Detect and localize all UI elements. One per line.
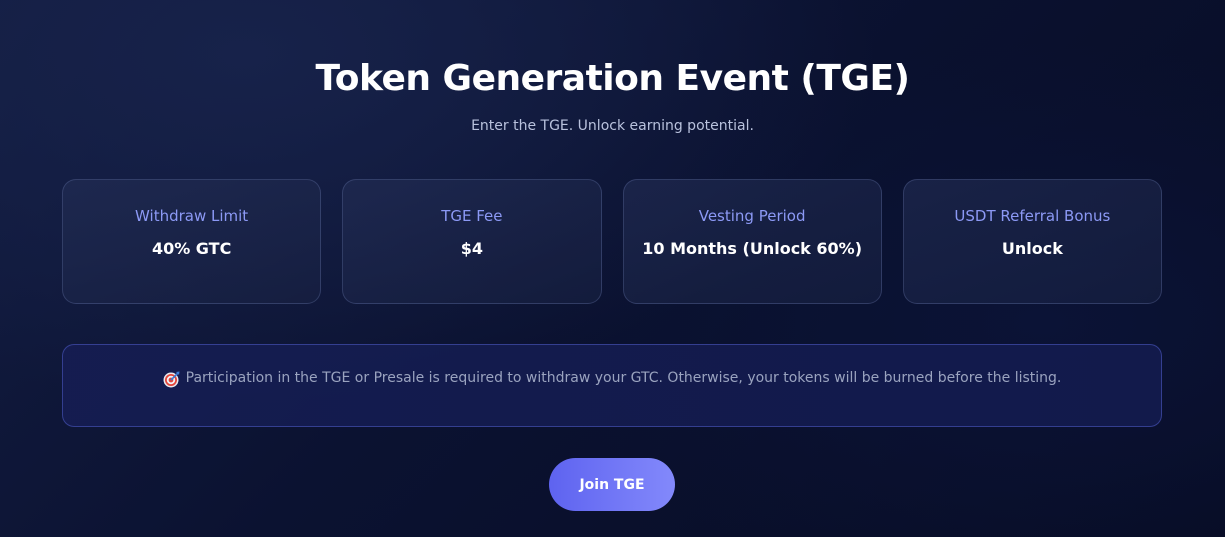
notice-banner: Participation in the TGE or Presale is r… [62,344,1162,427]
notice-text: Participation in the TGE or Presale is r… [185,370,1062,386]
card-value: 10 Months (Unlock 60%) [642,239,862,258]
card-label: USDT Referral Bonus [954,207,1111,225]
page-subtitle: Enter the TGE. Unlock earning potential. [471,118,754,134]
page-title: Token Generation Event (TGE) [315,58,910,99]
card-vesting-period: Vesting Period 10 Months (Unlock 60%) [622,179,882,304]
info-cards: Withdraw Limit 40% GTC TGE Fee $4 Vestin… [62,179,1162,304]
card-label: Vesting Period [698,207,806,225]
card-label: TGE Fee [441,207,503,225]
card-value: Unlock [1001,239,1063,258]
card-label: Withdraw Limit [135,207,249,225]
card-tge-fee: TGE Fee $4 [342,179,602,304]
join-tge-button[interactable]: Join TGE [549,458,675,511]
tge-section: Token Generation Event (TGE) Enter the T… [0,0,1225,537]
target-icon [163,371,180,388]
card-value: 40% GTC [151,239,232,258]
card-value: $4 [460,239,483,258]
card-usdt-referral-bonus: USDT Referral Bonus Unlock [902,179,1162,304]
card-withdraw-limit: Withdraw Limit 40% GTC [62,179,322,304]
